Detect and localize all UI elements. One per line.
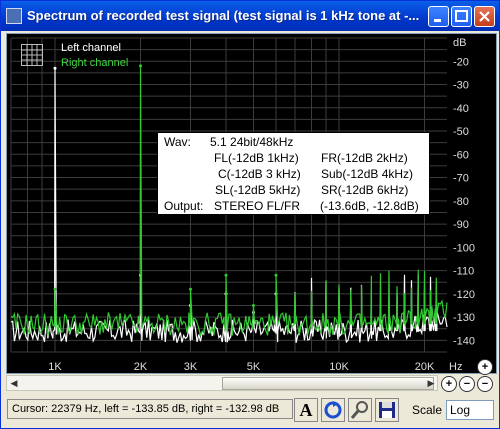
peak-point bbox=[53, 287, 57, 291]
y-tick-label: -110 bbox=[453, 266, 474, 278]
scroll-thumb[interactable] bbox=[222, 377, 434, 390]
signal-info-box: Wav: 5.1 24bit/48kHz FL(-12dB 1kHz) FR(-… bbox=[157, 132, 430, 215]
scroll-left-arrow-icon[interactable]: ◀ bbox=[8, 377, 20, 390]
y-tick-label: -120 bbox=[453, 289, 475, 301]
floppy-disk-icon bbox=[379, 402, 395, 418]
y-tick-label: -100 bbox=[453, 242, 475, 254]
y-tick-label: -40 bbox=[453, 103, 469, 115]
peak-point bbox=[138, 64, 142, 68]
legend-right-channel: Right channel bbox=[61, 57, 129, 69]
close-icon bbox=[479, 11, 490, 22]
y-tick-label: -70 bbox=[453, 173, 469, 185]
minimize-button[interactable] bbox=[428, 6, 449, 27]
output-levels: (-13.6dB, -12.8dB) bbox=[320, 199, 419, 213]
magnifier-icon bbox=[350, 401, 368, 419]
wav-label: Wav: bbox=[164, 135, 191, 149]
font-button[interactable]: A bbox=[294, 398, 318, 422]
maximize-icon bbox=[455, 10, 468, 22]
title-bar[interactable]: Spectrum of recorded test signal (test s… bbox=[1, 1, 499, 31]
maximize-button[interactable] bbox=[451, 6, 472, 27]
legend-left-channel: Left channel bbox=[61, 42, 121, 54]
y-tick-label: -50 bbox=[453, 126, 469, 138]
x-tick-label: 20K bbox=[415, 361, 435, 373]
y-tick-label: -60 bbox=[453, 149, 469, 161]
output-label: Output: bbox=[164, 199, 204, 213]
fl-channel: FL(-12dB 1kHz) bbox=[214, 151, 299, 165]
x-tick-label: 1K bbox=[48, 361, 62, 373]
scale-label: Scale bbox=[412, 403, 443, 417]
zoom-out-x-button[interactable]: − bbox=[459, 376, 475, 392]
refresh-icon bbox=[324, 401, 342, 419]
x-tick-label: 10K bbox=[329, 361, 349, 373]
peak-point bbox=[274, 273, 278, 277]
x-tick-label: 5K bbox=[247, 361, 261, 373]
peak-point bbox=[189, 287, 193, 291]
horizontal-scrollbar[interactable]: ◀ ▶ bbox=[6, 375, 438, 391]
refresh-button[interactable] bbox=[321, 398, 345, 422]
app-window: Spectrum of recorded test signal (test s… bbox=[0, 0, 500, 429]
sl-channel: SL(-12dB 5kHz) bbox=[215, 183, 301, 197]
minimize-icon bbox=[434, 19, 441, 22]
scroll-right-arrow-icon[interactable]: ▶ bbox=[425, 377, 437, 390]
spectrum-plot[interactable]: -20 -30 -40 -50 -60 -70 -80 -90 -100 -110 -120 -130… bbox=[6, 33, 497, 374]
scale-select[interactable]: Log bbox=[446, 400, 494, 420]
fr-channel: FR(-12dB 2kHz) bbox=[321, 151, 408, 165]
zoom-in-x-button[interactable]: + bbox=[441, 376, 457, 392]
app-icon bbox=[6, 8, 22, 24]
peak-point bbox=[224, 273, 228, 277]
output-value: STEREO FL/FR bbox=[214, 199, 301, 213]
peak-point bbox=[252, 303, 256, 307]
y-unit-label: dB bbox=[453, 37, 466, 49]
y-tick-label: -130 bbox=[453, 312, 475, 324]
legend: Left channel Right channel bbox=[21, 42, 133, 72]
legend-grid-icon[interactable] bbox=[21, 44, 43, 66]
cursor-readout: Cursor: 22379 Hz, left = -133.85 dB, rig… bbox=[7, 399, 293, 419]
save-button[interactable] bbox=[375, 398, 399, 422]
y-tick-label: -90 bbox=[453, 219, 469, 231]
wav-value: 5.1 24bit/48kHz bbox=[210, 135, 294, 149]
y-tick-label: -20 bbox=[453, 56, 469, 68]
zoom-tool-button[interactable] bbox=[348, 398, 372, 422]
c-channel: C(-12dB 3 kHz) bbox=[218, 167, 301, 181]
x-unit-label: Hz bbox=[449, 361, 462, 373]
close-button[interactable] bbox=[474, 6, 495, 27]
font-icon: A bbox=[299, 400, 313, 420]
zoom-reset-button[interactable]: − bbox=[477, 376, 493, 392]
zoom-y-button[interactable]: + bbox=[477, 359, 493, 375]
sr-channel: SR(-12dB 6kHz) bbox=[321, 183, 409, 197]
window-title: Spectrum of recorded test signal (test s… bbox=[27, 8, 420, 23]
y-tick-label: -80 bbox=[453, 196, 469, 208]
sub-channel: Sub(-12dB 4kHz) bbox=[321, 167, 414, 181]
y-tick-label: -140 bbox=[453, 335, 475, 347]
x-tick-label: 2K bbox=[134, 361, 148, 373]
y-tick-label: -30 bbox=[453, 80, 469, 92]
x-tick-label: 3K bbox=[184, 361, 198, 373]
